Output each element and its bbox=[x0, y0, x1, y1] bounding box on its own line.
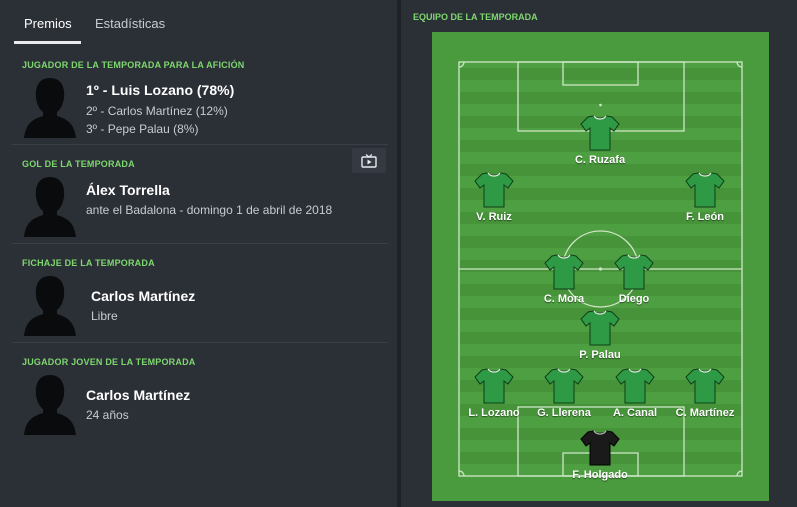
player-silhouette-icon bbox=[24, 78, 76, 138]
player-name: C. Martínez bbox=[675, 407, 735, 419]
player-marker[interactable]: F. León bbox=[660, 171, 750, 231]
goalkeeper-marker[interactable]: F. Holgado bbox=[555, 429, 645, 489]
award-title: GOL DE LA TEMPORADA bbox=[22, 159, 135, 169]
shirt-icon bbox=[544, 254, 584, 290]
player-marker[interactable]: V. Ruiz bbox=[449, 171, 539, 231]
player-silhouette-icon bbox=[24, 276, 76, 336]
goalkeeper-shirt-icon bbox=[580, 430, 620, 466]
shirt-icon bbox=[614, 254, 654, 290]
player-marker[interactable]: C. Ruzafa bbox=[555, 114, 645, 174]
goal-details: ante el Badalona - domingo 1 de abril de… bbox=[86, 203, 333, 217]
award-third[interactable]: 3º - Pepe Palau (8%) bbox=[86, 122, 198, 136]
shirt-icon bbox=[474, 172, 514, 208]
award-title: JUGADOR DE LA TEMPORADA PARA LA AFICIÓN bbox=[22, 60, 245, 70]
player-marker[interactable]: Diego bbox=[589, 253, 679, 313]
tab-bar: Premios Estadísticas bbox=[0, 0, 397, 44]
player-name: P. Palau bbox=[579, 349, 621, 361]
award-winner[interactable]: Carlos Martínez bbox=[86, 387, 190, 403]
award-winner[interactable]: Carlos Martínez bbox=[91, 288, 195, 304]
award-winner[interactable]: 1º - Luis Lozano (78%) bbox=[86, 82, 234, 98]
shirt-icon bbox=[615, 368, 655, 404]
award-title: FICHAJE DE LA TEMPORADA bbox=[22, 258, 155, 268]
player-marker[interactable]: C. Martínez bbox=[660, 367, 750, 427]
player-name: V. Ruiz bbox=[476, 211, 512, 223]
shirt-icon bbox=[685, 368, 725, 404]
shirt-icon bbox=[685, 172, 725, 208]
award-young-player: JUGADOR JOVEN DE LA TEMPORADA Carlos Mar… bbox=[0, 343, 388, 442]
player-marker[interactable]: P. Palau bbox=[555, 309, 645, 369]
tv-play-icon bbox=[361, 153, 377, 168]
player-name: C. Ruzafa bbox=[574, 154, 626, 166]
award-fan-player: JUGADOR DE LA TEMPORADA PARA LA AFICIÓN … bbox=[0, 46, 388, 145]
tab-premios[interactable]: Premios bbox=[24, 16, 72, 31]
shirt-icon bbox=[580, 115, 620, 151]
player-age: 24 años bbox=[86, 408, 129, 422]
active-tab-indicator bbox=[14, 41, 81, 44]
team-title: EQUIPO DE LA TEMPORADA bbox=[413, 12, 538, 22]
player-name: Diego bbox=[618, 293, 650, 305]
award-title: JUGADOR JOVEN DE LA TEMPORADA bbox=[22, 357, 196, 367]
award-second[interactable]: 2º - Carlos Martínez (12%) bbox=[86, 104, 228, 118]
shirt-icon bbox=[544, 368, 584, 404]
shirt-icon bbox=[474, 368, 514, 404]
watch-goal-button[interactable] bbox=[352, 148, 386, 173]
signing-fee: Libre bbox=[91, 309, 118, 323]
team-of-season-panel: EQUIPO DE LA TEMPORADA C. Ruzafa V. Ruiz… bbox=[401, 0, 797, 507]
award-winner[interactable]: Álex Torrella bbox=[86, 182, 170, 198]
award-signing: FICHAJE DE LA TEMPORADA Carlos Martínez … bbox=[0, 244, 388, 343]
player-silhouette-icon bbox=[24, 177, 76, 237]
tab-estadisticas[interactable]: Estadísticas bbox=[95, 16, 165, 31]
player-silhouette-icon bbox=[24, 375, 76, 435]
awards-panel: Premios Estadísticas JUGADOR DE LA TEMPO… bbox=[0, 0, 397, 507]
award-goal: GOL DE LA TEMPORADA Álex Torrella ante e… bbox=[0, 145, 388, 244]
player-name: F. León bbox=[686, 211, 724, 223]
player-name: F. Holgado bbox=[572, 469, 628, 481]
shirt-icon bbox=[580, 310, 620, 346]
